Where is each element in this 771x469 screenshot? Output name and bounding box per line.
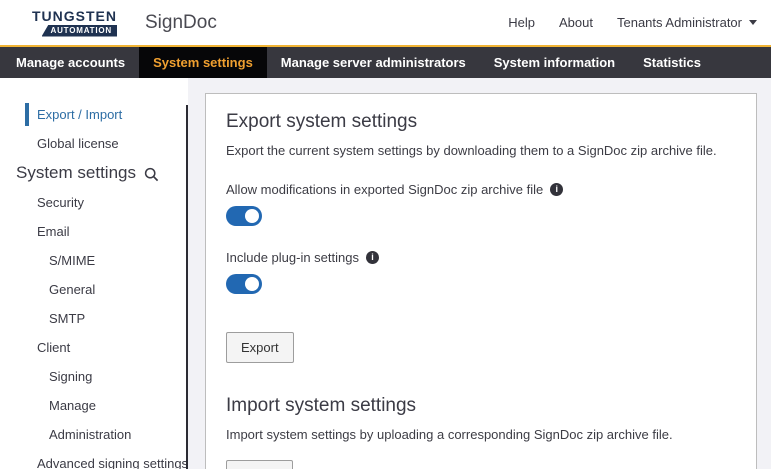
export-import-panel: Export system settings Export the curren…: [205, 93, 757, 469]
signdoc-admin-screen: TUNGSTEN AUTOMATION SignDoc Help About T…: [0, 0, 771, 469]
tab-statistics[interactable]: Statistics: [629, 47, 715, 78]
import-button[interactable]: Import: [226, 460, 293, 469]
tab-manage-server-administrators[interactable]: Manage server administrators: [267, 47, 480, 78]
sidebar-item-client[interactable]: Client: [0, 333, 188, 362]
include-plugin-toggle[interactable]: [226, 274, 262, 294]
export-button[interactable]: Export: [226, 332, 294, 363]
tab-manage-accounts[interactable]: Manage accounts: [2, 47, 139, 78]
sidebar-item-security[interactable]: Security: [0, 188, 188, 217]
top-header: TUNGSTEN AUTOMATION SignDoc Help About T…: [0, 0, 771, 45]
help-link[interactable]: Help: [508, 15, 535, 30]
main-nav: Manage accounts System settings Manage s…: [0, 45, 771, 78]
user-menu-label: Tenants Administrator: [616, 15, 742, 30]
allow-modifications-label-row: Allow modifications in exported SignDoc …: [226, 182, 736, 197]
toggle-knob: [245, 277, 259, 291]
allow-modifications-label: Allow modifications in exported SignDoc …: [226, 182, 544, 197]
sidebar-item-general[interactable]: General: [0, 275, 188, 304]
header-links: Help About Tenants Administrator: [508, 15, 757, 30]
sidebar-item-manage[interactable]: Manage: [0, 391, 188, 420]
sidebar-item-global-license[interactable]: Global license: [0, 129, 188, 158]
include-plugin-label: Include plug-in settings: [226, 250, 359, 265]
info-icon[interactable]: i: [365, 251, 379, 264]
sidebar-section-system-settings: System settings: [0, 158, 188, 188]
import-section-description: Import system settings by uploading a co…: [226, 427, 673, 442]
settings-sidebar: Export / Import Global license System se…: [0, 78, 188, 469]
content-area: Export system settings Export the curren…: [188, 78, 771, 469]
sidebar-item-smime[interactable]: S/MIME: [0, 246, 188, 275]
page-title: SignDoc: [145, 11, 217, 33]
caret-down-icon: [749, 20, 757, 25]
sidebar-item-administration[interactable]: Administration: [0, 420, 188, 449]
toggle-knob: [245, 209, 259, 223]
info-icon[interactable]: i: [550, 183, 564, 196]
export-section-title: Export system settings: [226, 111, 418, 132]
sidebar-item-advanced-signing-settings[interactable]: Advanced signing settings: [0, 449, 188, 469]
logo-text-automation: AUTOMATION: [41, 24, 117, 37]
tungsten-automation-logo[interactable]: TUNGSTEN AUTOMATION: [20, 7, 117, 37]
export-section-description: Export the current system settings by do…: [226, 143, 717, 158]
sidebar-item-export-import[interactable]: Export / Import: [0, 100, 188, 129]
search-icon[interactable]: [144, 167, 159, 182]
sidebar-item-smtp[interactable]: SMTP: [0, 304, 188, 333]
include-plugin-label-row: Include plug-in settings i: [226, 250, 736, 265]
tab-system-settings[interactable]: System settings: [139, 47, 267, 78]
tab-system-information[interactable]: System information: [480, 47, 629, 78]
logo-text-tungsten: TUNGSTEN: [32, 7, 117, 24]
user-menu-dropdown[interactable]: Tenants Administrator: [617, 15, 757, 30]
sidebar-item-email[interactable]: Email: [0, 217, 188, 246]
about-link[interactable]: About: [559, 15, 593, 30]
allow-modifications-toggle[interactable]: [226, 206, 262, 226]
sidebar-item-signing[interactable]: Signing: [0, 362, 188, 391]
import-section-title: Import system settings: [226, 395, 417, 416]
sidebar-section-label: System settings: [16, 163, 136, 182]
